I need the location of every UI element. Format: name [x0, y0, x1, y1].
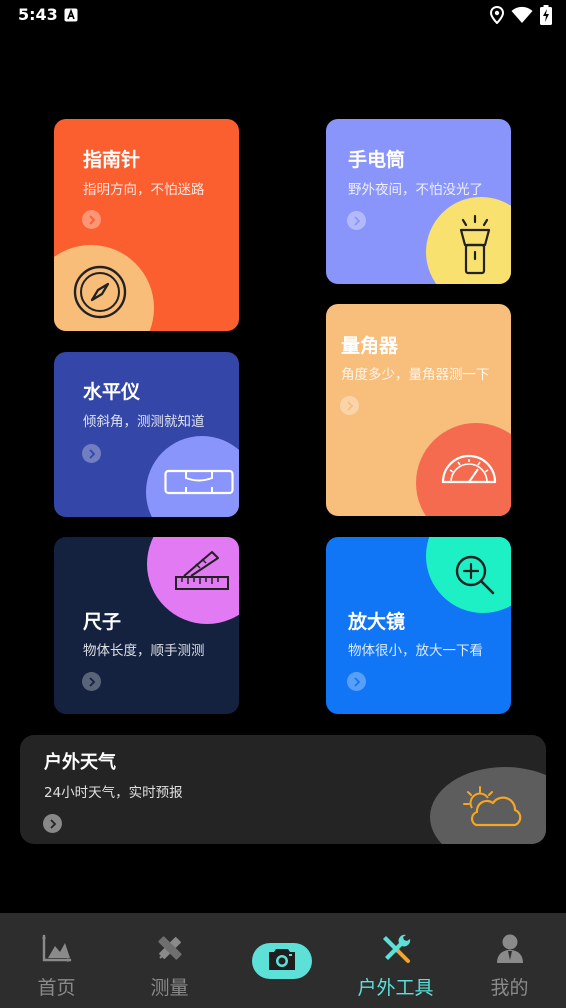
notification-a-icon [64, 7, 78, 26]
magnifier-card[interactable]: 放大镜 物体很小，放大一下看 [326, 537, 511, 714]
home-chart-icon [40, 931, 74, 965]
weather-arrow-button[interactable] [43, 814, 62, 833]
magnifier-icon [454, 554, 496, 600]
wifi-icon [511, 6, 533, 28]
bottom-tab-bar: 首页 测量 户外工具 我的 [0, 913, 566, 1008]
status-right [489, 5, 552, 29]
weather-title: 户外天气 [44, 752, 116, 773]
protractor-card[interactable]: 量角器 角度多少，量角器测一下 [326, 304, 511, 516]
tab-mine[interactable]: 我的 [453, 913, 566, 1008]
tab-measure-label: 测量 [150, 977, 189, 999]
protractor-arrow-button[interactable] [340, 396, 359, 415]
camera-icon [267, 947, 297, 975]
tab-mine-label: 我的 [490, 977, 529, 999]
protractor-title: 量角器 [341, 335, 399, 357]
weather-subtitle: 24小时天气，实时预报 [44, 785, 183, 801]
level-title: 水平仪 [83, 381, 141, 403]
magnifier-arrow-button[interactable] [347, 672, 366, 691]
status-time: 5:43 [18, 5, 58, 24]
flashlight-icon-blob [426, 197, 511, 284]
flashlight-arrow-button[interactable] [347, 211, 366, 230]
compass-icon [72, 264, 128, 324]
ruler-icon-blob [147, 537, 239, 624]
flashlight-icon [456, 214, 494, 280]
flashlight-title: 手电筒 [348, 149, 406, 171]
level-arrow-button[interactable] [82, 444, 101, 463]
tab-home[interactable]: 首页 [0, 913, 113, 1008]
compass-subtitle: 指明方向，不怕迷路 [83, 182, 205, 198]
tab-outdoor-tools[interactable]: 户外工具 [339, 913, 452, 1008]
compass-title: 指南针 [83, 149, 141, 171]
partly-cloudy-icon [460, 783, 526, 833]
ruler-subtitle: 物体长度，顺手测测 [83, 643, 205, 659]
measure-ruler-pencil-icon [153, 931, 187, 965]
weather-icon-blob [430, 767, 546, 844]
profile-icon [493, 931, 527, 965]
ruler-icon [174, 550, 230, 596]
ruler-arrow-button[interactable] [82, 672, 101, 691]
flashlight-card[interactable]: 手电筒 野外夜间，不怕没光了 [326, 119, 511, 284]
compass-arrow-button[interactable] [82, 210, 101, 229]
weather-card[interactable]: 户外天气 24小时天气，实时预报 [20, 735, 546, 844]
magnifier-icon-blob [426, 537, 511, 613]
level-card[interactable]: 水平仪 倾斜角，测测就知道 [54, 352, 239, 517]
magnifier-title: 放大镜 [348, 611, 406, 633]
level-subtitle: 倾斜角，测测就知道 [83, 414, 205, 430]
camera-button[interactable] [252, 943, 312, 979]
protractor-icon-blob [416, 423, 511, 516]
tab-home-label: 首页 [37, 977, 76, 999]
compass-icon-blob [54, 245, 154, 331]
battery-charging-icon [540, 5, 552, 29]
status-bar: 5:43 [0, 0, 566, 30]
level-icon-blob [146, 436, 239, 517]
flashlight-subtitle: 野外夜间，不怕没光了 [348, 182, 483, 198]
protractor-subtitle: 角度多少，量角器测一下 [341, 367, 490, 383]
outdoor-tools-icon [379, 931, 413, 965]
level-icon [164, 468, 234, 500]
tab-measure[interactable]: 测量 [113, 913, 226, 1008]
location-icon [489, 5, 505, 28]
tab-outdoor-tools-label: 户外工具 [357, 977, 434, 999]
compass-card[interactable]: 指南针 指明方向，不怕迷路 [54, 119, 239, 331]
ruler-card[interactable]: 尺子 物体长度，顺手测测 [54, 537, 239, 714]
magnifier-subtitle: 物体很小，放大一下看 [348, 643, 483, 659]
protractor-icon [440, 451, 498, 489]
ruler-title: 尺子 [83, 611, 122, 633]
